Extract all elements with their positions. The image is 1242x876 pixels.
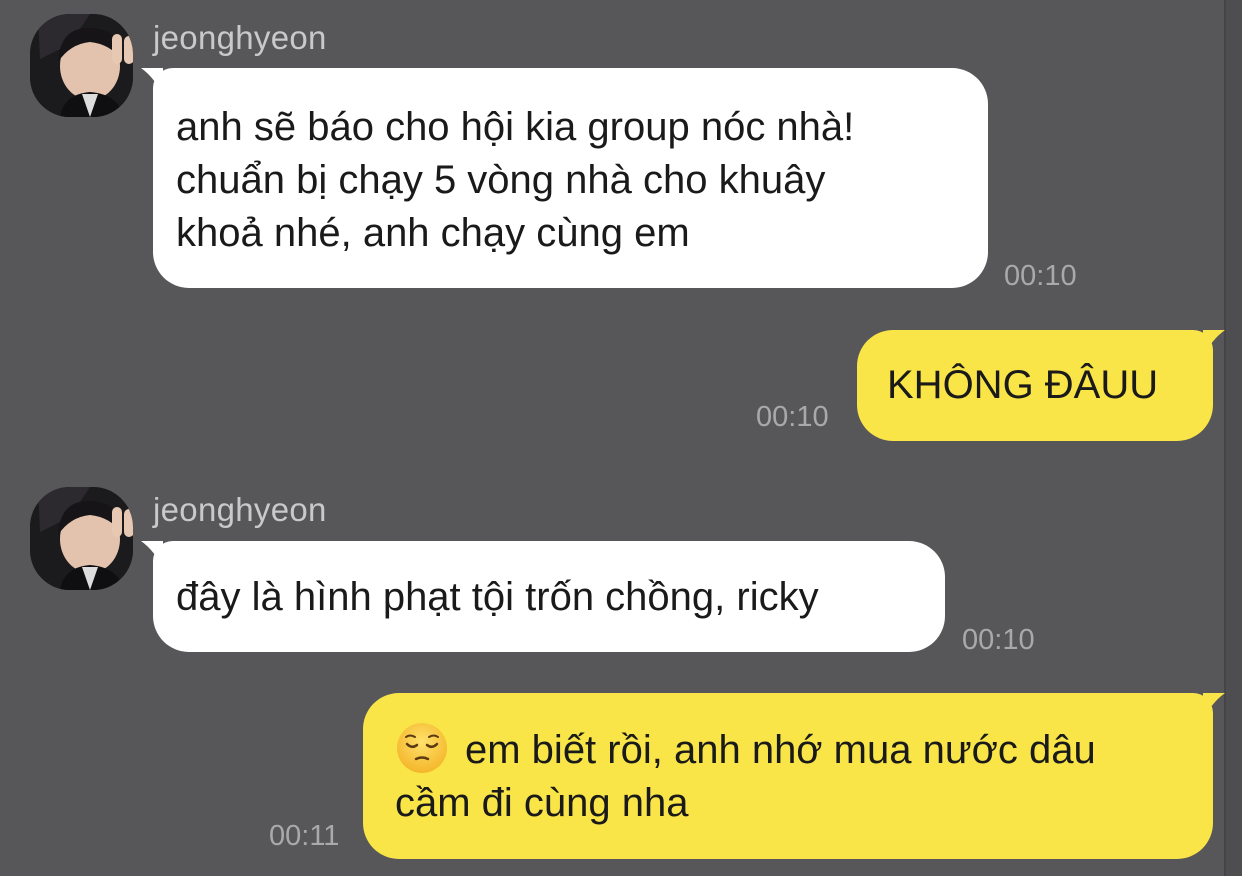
sender-name: jeonghyeon — [153, 19, 327, 56]
message-timestamp: 00:10 — [1004, 260, 1077, 292]
message-bubble-outgoing[interactable]: KHÔNG ĐÂUU — [857, 330, 1225, 441]
bubble-tail — [1203, 330, 1225, 358]
pensive-face-icon — [397, 723, 447, 773]
message-timestamp: 00:10 — [756, 401, 829, 433]
message-timestamp: 00:11 — [269, 820, 340, 852]
message-line: em biết rồi, anh nhớ mua nước dâu — [395, 721, 1213, 777]
bubble-tail — [1203, 693, 1225, 721]
message-bubble-incoming[interactable]: anh sẽ báo cho hội kia group nóc nhà! ch… — [141, 68, 988, 288]
message-bubble-incoming[interactable]: đây là hình phạt tội trốn chồng, ricky — [141, 541, 945, 652]
message-line: KHÔNG ĐÂUU — [887, 363, 1159, 407]
message-bubble-outgoing[interactable]: em biết rồi, anh nhớ mua nước dâu cầm đi… — [363, 693, 1225, 859]
bubble-tail — [141, 68, 163, 96]
message-line: đây là hình phạt tội trốn chồng, ricky — [176, 575, 819, 619]
message-line: anh sẽ báo cho hội kia group nóc nhà! — [176, 105, 855, 149]
sender-name: jeonghyeon — [153, 491, 327, 528]
message-line: khoả nhé, anh chạy cùng em — [176, 211, 690, 255]
profile-photo-icon — [30, 14, 133, 117]
avatar[interactable] — [30, 14, 133, 117]
message-timestamp: 00:10 — [962, 624, 1035, 656]
profile-photo-icon — [30, 487, 133, 590]
avatar[interactable] — [30, 487, 133, 590]
message-text: em biết rồi, anh nhớ mua nước dâu — [465, 728, 1096, 772]
message-line: cầm đi cùng nha — [395, 781, 689, 825]
bubble-tail — [141, 541, 163, 569]
scrollbar[interactable] — [1224, 0, 1242, 876]
message-line: chuẩn bị chạy 5 vòng nhà cho khuây — [176, 158, 826, 202]
